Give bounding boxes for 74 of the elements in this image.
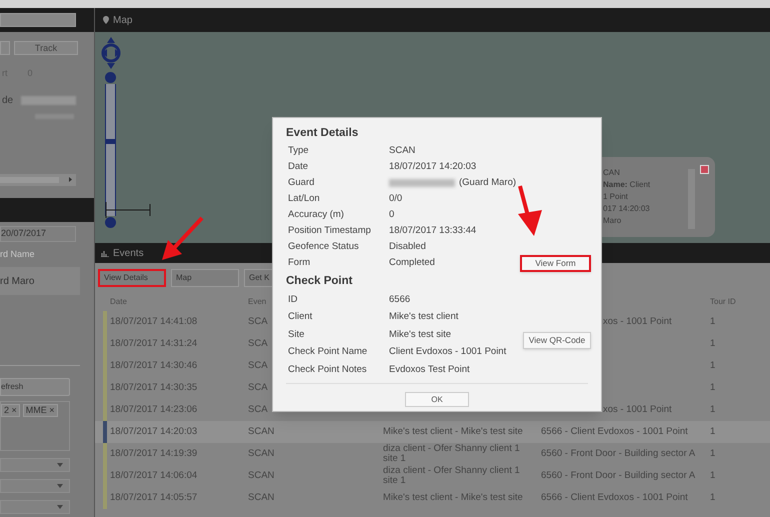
table-cell-text: SCA	[248, 358, 268, 373]
field-label: Client	[288, 310, 314, 324]
table-cell-text: 1	[710, 336, 716, 351]
field-value: 0	[389, 208, 394, 222]
table-cell-text: SCAN	[248, 468, 274, 483]
table-cell-text: diza client - Ofer Shanny client 1 site 1	[383, 466, 521, 486]
table-cell-text: 1	[710, 358, 716, 373]
field-value: Completed	[389, 256, 435, 270]
field-label: Guard	[288, 176, 316, 190]
table-cell-text: 1	[710, 314, 716, 329]
field-label: Lat/Lon	[288, 192, 321, 206]
table-cell-text: 18/07/2017 14:06:04	[110, 468, 198, 483]
table-cell-text: SCAN	[248, 424, 274, 439]
field-value: Evdoxos Test Point	[389, 362, 470, 377]
field-value: 18/07/2017 13:33:44	[389, 224, 476, 238]
field-value: SCAN	[389, 144, 416, 158]
popup-text: Name: Client	[603, 179, 650, 191]
table-cell-text: xos - 1001 Point	[602, 314, 673, 329]
field-value: 6566	[389, 292, 410, 307]
field-label: Form	[288, 256, 312, 270]
table-cell-text: SCA	[248, 380, 268, 395]
table-cell-text: 1	[710, 490, 716, 505]
field-value: Disabled	[389, 240, 426, 254]
field-label: Date	[288, 160, 310, 174]
field-label: Geofence Status	[288, 240, 360, 254]
table-cell-text: 18/07/2017 14:30:46	[110, 358, 198, 373]
section-title: Event Details	[286, 126, 360, 141]
field-label: Type	[288, 144, 310, 158]
table-cell-text: 1	[710, 380, 716, 395]
table-cell-text: 6560 - Front Door - Building sector A	[541, 468, 696, 483]
column-header: Date	[110, 296, 127, 308]
field-label: Position Timestamp	[288, 224, 372, 238]
table-cell-text: Mike's test client - Mike's test site	[383, 493, 524, 503]
popup-text: Maro	[603, 215, 622, 227]
table-cell-text: SCA	[248, 402, 268, 417]
table-cell-text: 18/07/2017 14:05:57	[110, 490, 198, 505]
field-label: Check Point Notes	[288, 362, 368, 377]
popup-text: 017 14:20:03	[603, 203, 650, 215]
table-cell-text: SCA	[248, 336, 268, 351]
field-label: de	[2, 94, 14, 108]
table-cell-text: 1	[710, 402, 716, 417]
column-header: Even	[248, 296, 266, 308]
field-value: Mike's test client	[389, 310, 458, 324]
table-cell-text: 18/07/2017 14:20:03	[110, 424, 198, 439]
field-label: ID	[288, 292, 298, 307]
field-label: Accuracy (m)	[288, 208, 345, 222]
table-cell-text: 6566 - Client Evdoxos - 1001 Point	[541, 490, 689, 505]
table-cell-text: 18/07/2017 14:19:39	[110, 446, 198, 461]
table-cell-text: 1	[710, 446, 716, 461]
popup-text: 1 Point	[603, 191, 629, 203]
table-cell-text: SCAN	[248, 446, 274, 461]
table-cell-text: 18/07/2017 14:41:08	[110, 314, 198, 329]
table-cell-text: 6566 - Client Evdoxos - 1001 Point	[541, 424, 689, 439]
field-value: (Guard Maro)	[459, 176, 516, 190]
section-title: Check Point	[286, 274, 354, 289]
table-cell-text: Mike's test client - Mike's test site	[383, 427, 524, 437]
field-value: 18/07/2017 14:20:03	[389, 160, 476, 174]
table-cell-text: 1	[710, 424, 716, 439]
table-cell-text: 18/07/2017 14:31:24	[110, 336, 198, 351]
table-cell-text: xos - 1001 Point	[602, 402, 673, 417]
field-label: Site	[288, 328, 306, 342]
table-cell-text: SCA	[248, 314, 268, 329]
table-cell-text: 6560 - Front Door - Building sector A	[541, 446, 696, 461]
panel-title: Map	[113, 14, 132, 28]
field-value: Mike's test site	[389, 328, 451, 342]
panel-title: Events	[113, 246, 144, 260]
table-cell-text: 18/07/2017 14:30:35	[110, 380, 198, 395]
field-value: 0/0	[389, 192, 402, 206]
popup-text: CAN	[603, 167, 621, 179]
field-label: rd Name	[0, 248, 35, 260]
column-header: Tour ID	[710, 296, 736, 308]
table-cell-text: 18/07/2017 14:23:06	[110, 402, 198, 417]
table-cell-text: SCAN	[248, 490, 274, 505]
table-cell-text: 1	[710, 468, 716, 483]
